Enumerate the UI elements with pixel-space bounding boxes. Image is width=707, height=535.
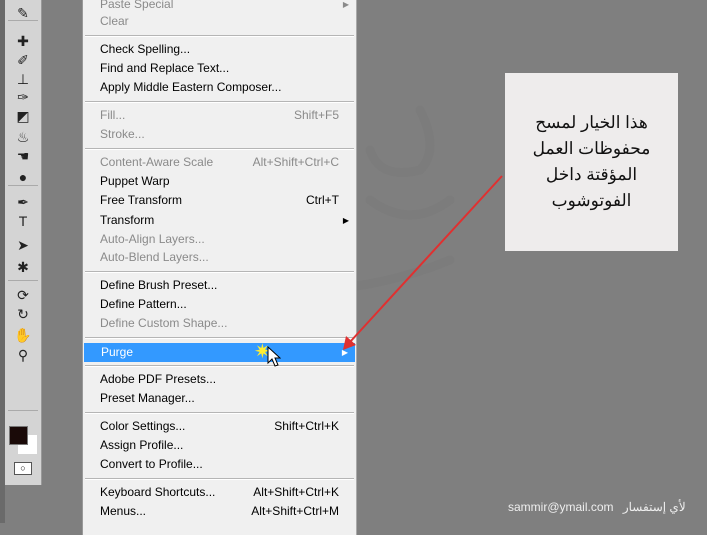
contact-footer: sammir@ymail.com لأي إستفسار <box>508 500 686 514</box>
foreground-color-swatch[interactable] <box>9 426 28 445</box>
contact-email: sammir@ymail.com <box>508 500 614 514</box>
contact-label: لأي إستفسار <box>622 500 686 514</box>
annotation-arrow <box>343 175 503 350</box>
